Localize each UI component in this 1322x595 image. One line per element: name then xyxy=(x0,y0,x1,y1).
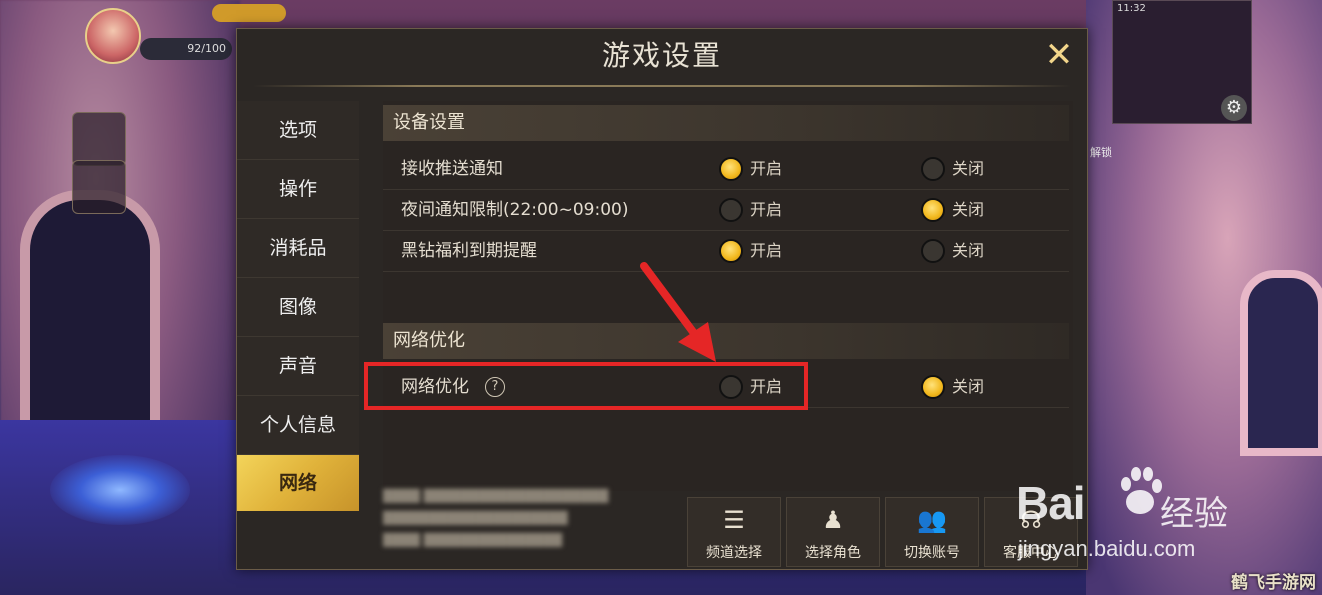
radio-label: 开启 xyxy=(750,159,783,178)
radio-dot xyxy=(921,198,945,222)
background-arch-right xyxy=(1240,270,1322,456)
settings-nav: 选项 操作 消耗品 图像 声音 个人信息 网络 xyxy=(237,101,365,511)
unlock-label: 解锁 xyxy=(1090,146,1112,159)
version-row: ████ ███████████████ xyxy=(383,533,563,547)
radio-dot xyxy=(719,157,743,181)
button-label: 选择角色 xyxy=(805,545,861,561)
dialog-title: 游戏设置 xyxy=(601,39,722,72)
button-label: 频道选择 xyxy=(706,545,762,561)
annotation-arrow xyxy=(640,262,716,362)
nav-item-consumables[interactable]: 消耗品 xyxy=(237,219,359,278)
title-divider xyxy=(253,85,1071,87)
radio-dot xyxy=(921,157,945,181)
headset-icon: ☊ xyxy=(1020,506,1042,534)
nav-item-graphics[interactable]: 图像 xyxy=(237,278,359,337)
minimap[interactable]: 11:32 ⚙ xyxy=(1112,0,1252,124)
status-time: 11:32 xyxy=(1117,3,1146,14)
nav-item-controls[interactable]: 操作 xyxy=(237,160,359,219)
setting-label: 黑钻福利到期提醒 xyxy=(401,241,537,261)
side-menu-button[interactable] xyxy=(72,160,126,214)
setting-label: 接收推送通知 xyxy=(401,159,503,179)
switch-account-button[interactable]: 👥 切换账号 xyxy=(885,497,979,567)
radio-dot xyxy=(921,375,945,399)
radio-label: 关闭 xyxy=(952,159,985,178)
quest-button[interactable] xyxy=(72,112,126,166)
portal-glow xyxy=(50,455,190,525)
version-info-blurred: ████ ████████████████████ ██████████████… xyxy=(383,489,683,559)
version-row: ████████████████████ xyxy=(383,511,568,525)
site-logo: 鹤飞手游网 xyxy=(1231,573,1316,593)
nav-item-network[interactable]: 网络 xyxy=(237,455,359,511)
setting-row-push: 接收推送通知 开启 关闭 xyxy=(383,149,1069,190)
nav-item-profile[interactable]: 个人信息 xyxy=(237,396,359,455)
list-icon: ☰ xyxy=(723,506,745,534)
gear-icon[interactable]: ⚙ xyxy=(1221,95,1247,121)
version-row: ████ ████████████████████ xyxy=(383,489,609,503)
close-icon[interactable]: ✕ xyxy=(1039,35,1079,75)
status-bar: 11:32 xyxy=(1113,3,1251,19)
highlight-box xyxy=(364,362,808,410)
channel-select-button[interactable]: ☰ 频道选择 xyxy=(687,497,781,567)
nav-item-sound[interactable]: 声音 xyxy=(237,337,359,396)
customer-service-button[interactable]: ☊ 客服中心 xyxy=(984,497,1078,567)
radio-label: 开启 xyxy=(750,200,783,219)
background-arch xyxy=(20,190,160,440)
radio-dot xyxy=(719,198,743,222)
currency-badge[interactable] xyxy=(212,4,286,22)
radio-label: 关闭 xyxy=(952,241,985,260)
users-icon: 👥 xyxy=(917,506,947,534)
radio-dot xyxy=(921,239,945,263)
section-header-device: 设备设置 xyxy=(383,105,1069,141)
player-avatar[interactable] xyxy=(85,8,141,64)
select-character-button[interactable]: ♟ 选择角色 xyxy=(786,497,880,567)
radio-label: 关闭 xyxy=(952,377,985,396)
button-label: 切换账号 xyxy=(904,545,960,561)
radio-label: 开启 xyxy=(750,241,783,260)
setting-row-night: 夜间通知限制(22:00~09:00) 开启 关闭 xyxy=(383,190,1069,231)
radio-label: 关闭 xyxy=(952,200,985,219)
button-label: 客服中心 xyxy=(1003,545,1059,561)
character-icon: ♟ xyxy=(822,506,844,534)
nav-item-options[interactable]: 选项 xyxy=(237,101,359,160)
hp-bar: 92/100 xyxy=(140,38,232,60)
setting-label: 夜间通知限制(22:00~09:00) xyxy=(401,200,629,220)
